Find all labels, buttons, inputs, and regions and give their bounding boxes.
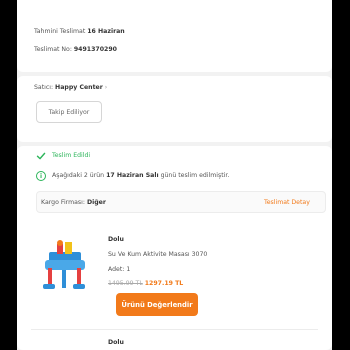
seller-label: Satıcı:: [34, 84, 54, 91]
check-icon: [36, 152, 46, 160]
product-brand[interactable]: Dolu: [108, 236, 124, 243]
seller-row[interactable]: Satıcı: Happy Center ›: [34, 84, 107, 91]
delivery-note-suffix: günü teslim edilmiştir.: [160, 172, 230, 179]
delivery-number-value: 9491370290: [73, 46, 117, 53]
cargo-company-label: Kargo Firması:: [41, 199, 85, 206]
order-detail-screen: Tahmini Teslimat 16 Haziran Teslimat No:…: [17, 0, 332, 350]
product-price: 1495.99 TL 1297.19 TL: [108, 280, 183, 287]
product-brand[interactable]: Dolu: [108, 339, 124, 346]
product-divider: [31, 329, 318, 330]
product-old-price: 1495.99 TL: [108, 280, 143, 287]
info-icon: i: [36, 171, 46, 181]
estimated-delivery: Tahmini Teslimat 16 Haziran: [34, 28, 125, 35]
chevron-right-icon: ›: [104, 84, 108, 91]
estimated-delivery-label: Tahmini Teslimat: [34, 28, 86, 35]
delivery-number-label: Teslimat No:: [34, 46, 72, 53]
delivery-number: Teslimat No: 9491370290: [34, 46, 117, 53]
cargo-company-value: Diğer: [86, 199, 106, 206]
delivery-note-prefix: Aşağıdaki 2 ürün: [52, 172, 105, 179]
delivery-note-date: 17 Haziran Salı: [106, 172, 159, 179]
product-image[interactable]: [35, 232, 93, 306]
delivery-details-link[interactable]: Teslimat Detay: [264, 199, 310, 206]
rate-product-button[interactable]: Ürünü Değerlendir: [116, 293, 198, 316]
product-name[interactable]: Su Ve Kum Aktivite Masası 3070: [108, 251, 207, 258]
product-current-price: 1297.19 TL: [144, 280, 184, 287]
delivery-status: Teslim Edildi: [52, 152, 91, 159]
product-quantity: Adet: 1: [108, 266, 131, 273]
delivery-info-card: [17, 0, 332, 72]
estimated-delivery-value: 16 Haziran: [87, 28, 125, 35]
seller-name[interactable]: Happy Center: [55, 84, 103, 91]
delivery-note: Aşağıdaki 2 ürün 17 Haziran Salı günü te…: [52, 172, 229, 179]
cargo-company: Kargo Firması: Diğer: [41, 199, 106, 206]
follow-button[interactable]: Takip Ediliyor: [36, 101, 102, 123]
